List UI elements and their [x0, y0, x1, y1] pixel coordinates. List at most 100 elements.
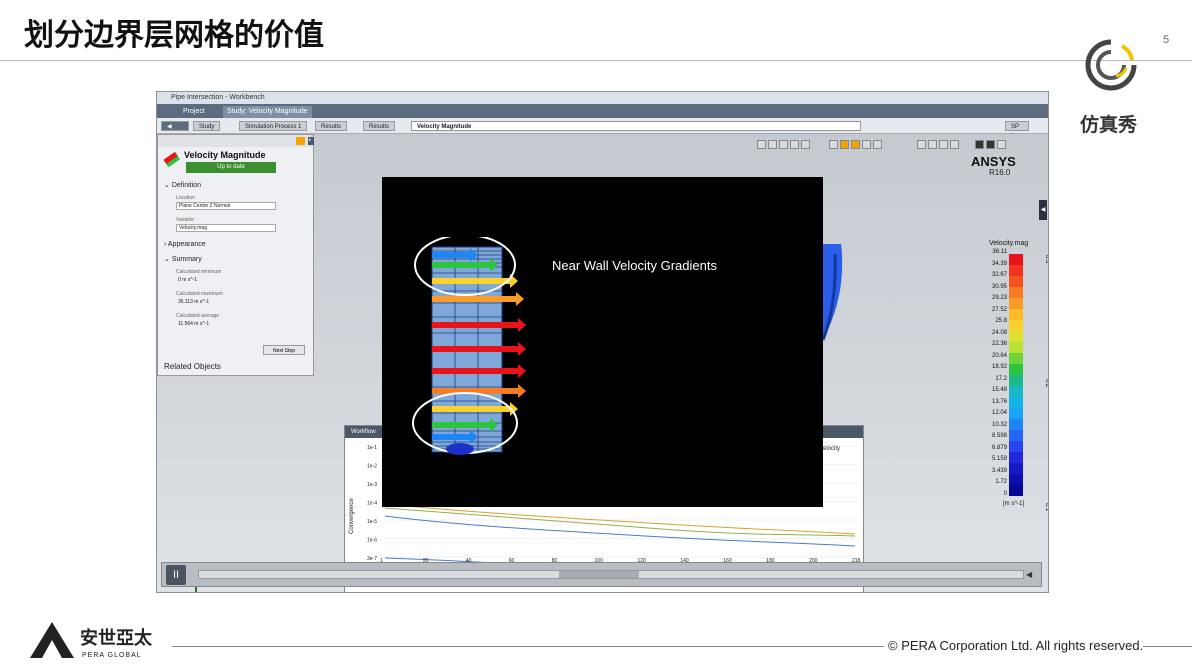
- camera-toolbar[interactable]: [917, 140, 959, 149]
- legend-value: 18.92: [991, 364, 1007, 371]
- legend-value: 0: [1003, 491, 1007, 497]
- legend-value: 27.52: [991, 306, 1007, 313]
- section-definition-label: Definition: [171, 182, 201, 189]
- seek-thumb[interactable]: [559, 571, 639, 578]
- series-y-momentum: [384, 507, 856, 537]
- section-appearance[interactable]: › Appearance: [164, 241, 206, 248]
- window-title: Pipe Intersection - Workbench: [157, 92, 1048, 104]
- panel-title: Velocity Magnitude: [184, 150, 266, 160]
- panel-toolbar: ×: [158, 135, 314, 147]
- legend-value: 8.598: [991, 433, 1007, 440]
- axis-tick: 0.2: [1044, 378, 1049, 388]
- avg-label: Calculated average: [176, 313, 220, 319]
- view-toolbar[interactable]: [757, 140, 810, 149]
- y-tick-label: 1e-3: [367, 482, 377, 488]
- close-icon[interactable]: ×: [308, 137, 314, 145]
- boundary-layer-mesh: [412, 237, 526, 455]
- max-label: Calculated maximum: [176, 291, 223, 297]
- slide-title: 划分边界层网格的价值: [24, 18, 324, 53]
- max-value: 36.113 m s^-1: [178, 299, 210, 305]
- wall-contour: [446, 443, 474, 455]
- tab-bar: Project Study: Velocity Magnitude: [157, 104, 1048, 118]
- axis-tick: 0.15: [1045, 439, 1049, 451]
- convergence-legend: elocity: [823, 446, 840, 452]
- crumb-velocity-magnitude[interactable]: Velocity Magnitude: [411, 121, 861, 131]
- legend-value: 6.879: [991, 444, 1007, 451]
- crumb-results[interactable]: Results: [315, 121, 348, 131]
- legend-value: 25.8: [995, 318, 1007, 325]
- zoom-select[interactable]: SP 0: [1005, 121, 1029, 140]
- render-toolbar[interactable]: [829, 140, 882, 149]
- legend-value: 20.64: [991, 352, 1007, 359]
- legend-value: 3.439: [991, 467, 1007, 474]
- legend-value: 22.36: [991, 341, 1007, 348]
- page-number: 5: [1163, 34, 1170, 46]
- pause-button[interactable]: II: [166, 565, 186, 585]
- legend-value: 30.95: [991, 283, 1007, 290]
- legend-value: 10.32: [991, 421, 1007, 428]
- crumb-simulation-process[interactable]: Simulation Process 1: [239, 121, 308, 131]
- collapse-tab[interactable]: ◀: [1039, 200, 1047, 220]
- series-x-momentum: [384, 503, 856, 535]
- related-objects[interactable]: Related Objects: [164, 362, 221, 371]
- avg-value: 11.564 m s^-1: [178, 321, 210, 327]
- section-summary[interactable]: ⌄ Summary: [164, 255, 202, 263]
- playback-bar: II ◀: [161, 562, 1042, 587]
- section-definition[interactable]: ⌄ Definition: [164, 181, 201, 189]
- legend-value: 29.23: [991, 295, 1007, 302]
- legend-value: 5.159: [991, 456, 1007, 463]
- nav-toolbar[interactable]: [975, 140, 1006, 149]
- velocity-result-icon: [163, 151, 181, 168]
- axis-tick: 0.3: [1044, 254, 1049, 264]
- section-summary-label: Summary: [171, 256, 202, 263]
- legend-value: 1.72: [995, 479, 1007, 486]
- slide: 划分边界层网格的价值 5 仿真秀 Pipe Intersection - Wor…: [0, 0, 1192, 671]
- variable-label: Variable: [176, 217, 194, 223]
- legend-value: 17.2: [995, 375, 1007, 382]
- title-divider: [0, 60, 1192, 61]
- seek-bar[interactable]: [198, 570, 1024, 579]
- filter-icon[interactable]: [296, 137, 305, 145]
- tab-study[interactable]: Study: Velocity Magnitude: [223, 106, 312, 118]
- location-select[interactable]: Plane Centre Z Normal: [176, 202, 276, 210]
- legend-value: 12.04: [991, 410, 1007, 417]
- properties-panel: × Velocity Magnitude Up to date ⌄ Defini…: [157, 134, 314, 376]
- status-badge[interactable]: Up to date: [186, 162, 276, 173]
- legend-colorbar: [1009, 254, 1023, 496]
- back-button[interactable]: ◀: [161, 121, 189, 131]
- y-tick-label: 1e-6: [367, 538, 377, 544]
- legend-value: 15.48: [991, 387, 1007, 394]
- tab-project[interactable]: Project: [179, 106, 209, 118]
- pera-name: 安世亞太: [80, 628, 152, 649]
- pera-sub: PERA GLOBAL: [82, 652, 142, 659]
- series-continuity: [384, 515, 856, 547]
- legend-value: 24.08: [991, 329, 1007, 336]
- legend-unit: [m s^-1]: [1003, 501, 1025, 507]
- axis-tick: 0.1: [1044, 502, 1049, 512]
- location-label: Location: [176, 195, 195, 201]
- variable-field[interactable]: Velocity.mag: [176, 224, 276, 232]
- legend-value: 13.76: [991, 398, 1007, 405]
- min-value: 0 m s^-1: [178, 277, 198, 283]
- crumb-study[interactable]: Study: [193, 121, 221, 131]
- min-label: Calculated minimum: [176, 269, 222, 275]
- legend-value: 34.39: [991, 260, 1007, 267]
- legend-title: Velocity.mag: [989, 240, 1029, 247]
- section-appearance-label: Appearance: [167, 241, 206, 248]
- y-tick-label: 1e-5: [367, 519, 377, 525]
- crumb-results-2[interactable]: Results: [363, 121, 396, 131]
- volume-icon[interactable]: ◀: [1026, 570, 1032, 579]
- axis-tick: 0.05: [1045, 563, 1049, 575]
- copyright: © PERA Corporation Ltd. All rights reser…: [884, 638, 1144, 653]
- brand-text: 仿真秀: [1080, 114, 1138, 136]
- legend-value: 36.11: [992, 249, 1007, 255]
- breadcrumb: ◀ Study Simulation Process 1 Results Res…: [157, 118, 1048, 140]
- y-tick-label: 1e-4: [367, 501, 377, 507]
- ansys-version: R16.0: [989, 168, 1011, 177]
- video-frame[interactable]: Near Wall Velocity Gradients: [382, 177, 823, 507]
- legend-value: 32.67: [991, 272, 1007, 279]
- brand-logo-icon: [1085, 39, 1137, 91]
- next-step-button[interactable]: Next Step: [263, 345, 305, 355]
- video-title: Near Wall Velocity Gradients: [552, 258, 717, 273]
- y-tick-label: 1e-1: [367, 445, 377, 451]
